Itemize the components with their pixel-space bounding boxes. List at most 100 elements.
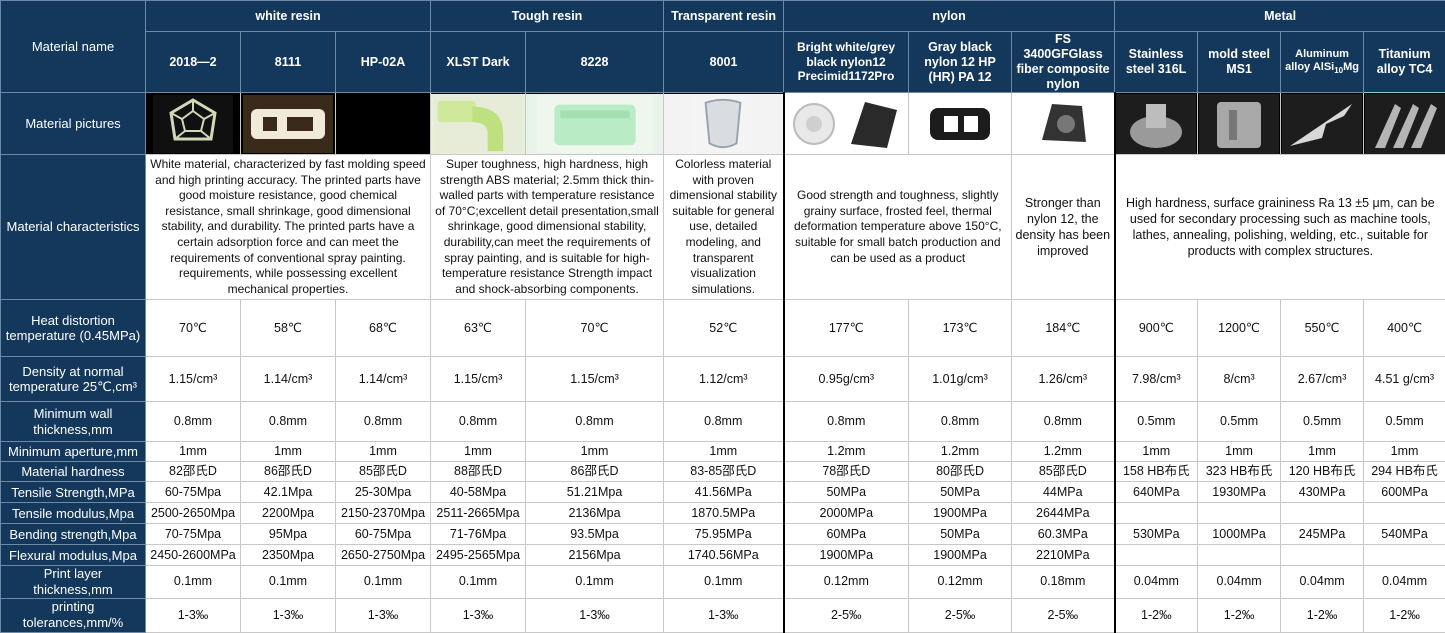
- cell: 70℃: [526, 300, 664, 357]
- cell: 50MPa: [909, 524, 1012, 545]
- cell: 85邵氏D: [1012, 462, 1115, 482]
- cell: 70℃: [146, 300, 241, 357]
- cell: 60-75Mpa: [146, 482, 241, 503]
- cell: 0.8mm: [664, 402, 784, 442]
- material-name: Stainless steel 316L: [1115, 32, 1198, 93]
- cell: 540MPa: [1364, 524, 1445, 545]
- cell: 0.1mm: [664, 566, 784, 598]
- cell: 60.3MPa: [1012, 524, 1115, 545]
- group-nylon: nylon: [784, 1, 1115, 32]
- clip-part-icon: [920, 96, 1000, 152]
- cell: 0.1mm: [146, 566, 241, 598]
- cell: 0.1mm: [336, 566, 431, 598]
- picture-xlst-dark: [431, 93, 526, 155]
- group-header-row: Material name white resin Tough resin Tr…: [1, 1, 1445, 32]
- characteristics-row: Material characteristics White material,…: [1, 155, 1445, 300]
- picture-alsi10mg: [1281, 93, 1364, 155]
- layer-thickness-row: Print layer thickness,mm 0.1mm 0.1mm 0.1…: [1, 566, 1445, 598]
- titanium-part-icon: [1365, 94, 1445, 154]
- cell: 1.15/cm³: [431, 357, 526, 402]
- characteristics-metal: High hardness, surface graininess Ra 13 …: [1115, 155, 1445, 300]
- box-part-icon: [535, 95, 655, 153]
- min-aperture-row: Minimum aperture,mm 1mm 1mm 1mm 1mm 1mm …: [1, 442, 1445, 462]
- material-name: XLST Dark: [431, 32, 526, 93]
- cell: 68℃: [336, 300, 431, 357]
- label-tolerances: printing tolerances,mm/%: [1, 598, 146, 632]
- cell: 1.01g/cm³: [909, 357, 1012, 402]
- cell: 0.04mm: [1198, 566, 1281, 598]
- label-material-pictures: Material pictures: [1, 93, 146, 155]
- cell: [1198, 503, 1281, 524]
- cell: 86邵氏D: [526, 462, 664, 482]
- cell: 1-3‰: [241, 598, 336, 632]
- cell: 2644MPa: [1012, 503, 1115, 524]
- group-transparent-resin: Transparent resin: [664, 1, 784, 32]
- cell: 1.15/cm³: [526, 357, 664, 402]
- cell: 1-2‰: [1281, 598, 1364, 632]
- cell: 93.5Mpa: [526, 524, 664, 545]
- cell: 1.2mm: [1012, 442, 1115, 462]
- cell: 52℃: [664, 300, 784, 357]
- mold-steel-icon: [1199, 94, 1279, 154]
- cell: 1900MPa: [909, 545, 1012, 566]
- hardness-row: Material hardness 82邵氏D 86邵氏D 85邵氏D 88邵氏…: [1, 462, 1445, 482]
- cell: 60-75Mpa: [336, 524, 431, 545]
- cell: 7.98/cm³: [1115, 357, 1198, 402]
- cell: 75.95MPa: [664, 524, 784, 545]
- material-name: Bright white/grey black nylon12 Precimid…: [784, 32, 909, 93]
- gear-part-icon: [789, 96, 839, 152]
- cell: 41.56MPa: [664, 482, 784, 503]
- cell: 2650-2750Mpa: [336, 545, 431, 566]
- cell: 1mm: [1364, 442, 1445, 462]
- picture-fs3400: [1012, 93, 1115, 155]
- cell: 82邵氏D: [146, 462, 241, 482]
- alsi-suffix: Mg: [1343, 61, 1359, 73]
- cell: 0.12mm: [784, 566, 909, 598]
- cell: 0.04mm: [1115, 566, 1198, 598]
- cell: 1mm: [146, 442, 241, 462]
- characteristics-nylon12: Good strength and toughness, slightly gr…: [784, 155, 1012, 300]
- cell: 1-2‰: [1364, 598, 1445, 632]
- aircraft-model-icon: [1282, 94, 1362, 154]
- cell: 2495-2565Mpa: [431, 545, 526, 566]
- cell: 530MPa: [1115, 524, 1198, 545]
- cell: 323 HB布氏: [1198, 462, 1281, 482]
- cell: 2210MPa: [1012, 545, 1115, 566]
- cell: 2.67/cm³: [1281, 357, 1364, 402]
- label-layer-thickness: Print layer thickness,mm: [1, 566, 146, 598]
- material-name: 8001: [664, 32, 784, 93]
- label-heat-distortion: Heat distortion temperature (0.45MPa): [1, 300, 146, 357]
- materials-table: Material name white resin Tough resin Tr…: [0, 0, 1445, 633]
- cell: 1.14/cm³: [241, 357, 336, 402]
- cell: [1364, 545, 1445, 566]
- cell: 177℃: [784, 300, 909, 357]
- cell: [1364, 503, 1445, 524]
- cell: 0.5mm: [1281, 402, 1364, 442]
- dodecahedron-lattice-icon: [153, 95, 233, 153]
- cell: 1900MPa: [784, 545, 909, 566]
- cell: 245MPa: [1281, 524, 1364, 545]
- label-hardness: Material hardness: [1, 462, 146, 482]
- cell: 0.8mm: [146, 402, 241, 442]
- picture-2018-2: [146, 93, 241, 155]
- material-name: 8111: [241, 32, 336, 93]
- label-min-wall: Minimum wall thickness,mm: [1, 402, 146, 442]
- cell: 44MPa: [1012, 482, 1115, 503]
- buckle-part-icon: [243, 95, 333, 153]
- cell: 0.8mm: [241, 402, 336, 442]
- cell: [1281, 503, 1364, 524]
- cell: 1-3‰: [431, 598, 526, 632]
- cell: 58℃: [241, 300, 336, 357]
- cell: 51.21Mpa: [526, 482, 664, 503]
- material-name-alsi: Aluminum alloy AlSi10Mg: [1281, 32, 1364, 93]
- label-material-name: Material name: [1, 1, 146, 93]
- picture-nylon12: [784, 93, 909, 155]
- picture-316l: [1115, 93, 1198, 155]
- black-housing-icon: [843, 96, 903, 152]
- cell: 1mm: [241, 442, 336, 462]
- flexural-modulus-row: Flexural modulus,Mpa 2450-2600MPa 2350Mp…: [1, 545, 1445, 566]
- cell: 42.1Mpa: [241, 482, 336, 503]
- label-tensile-modulus: Tensile modulus,Mpa: [1, 503, 146, 524]
- label-flexural-modulus: Flexural modulus,Mpa: [1, 545, 146, 566]
- cell: 1mm: [664, 442, 784, 462]
